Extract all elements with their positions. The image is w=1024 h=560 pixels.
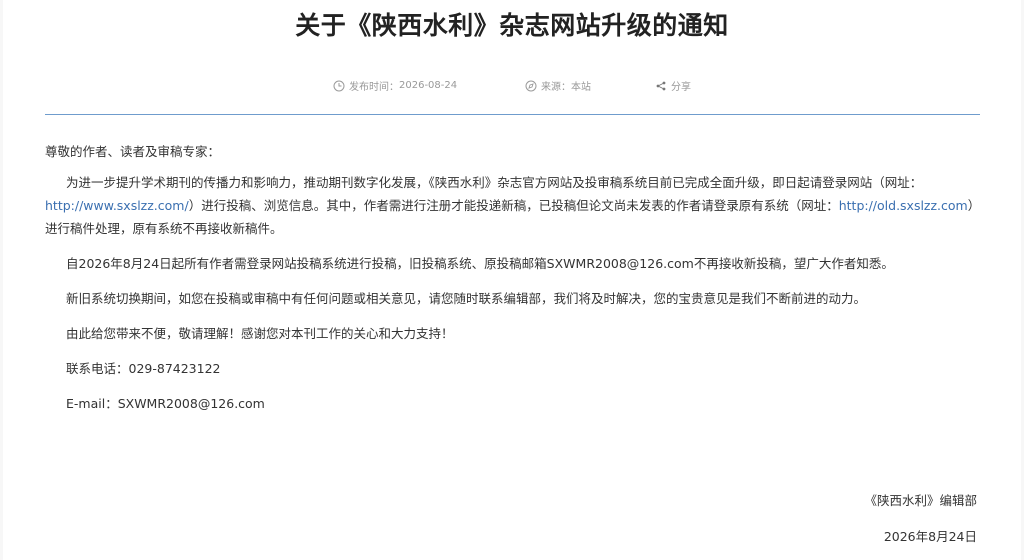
publish-time: 发布时间： 2026-08-24 [333,78,457,93]
salutation: 尊敬的作者、读者及审稿专家： [45,144,221,159]
publish-date: 2026-08-24 [399,80,458,91]
article-page: 关于《陕西水利》杂志网站升级的通知 发布时间： 2026-08-24 来源： 本… [3,0,1021,560]
article-body: 尊敬的作者、读者及审稿专家： 为进一步提升学术期刊的传播力和影响力，推动期刊数字… [45,140,985,415]
page-title: 关于《陕西水利》杂志网站升级的通知 [295,11,729,40]
clock-icon [333,80,345,92]
p1-text-1: 为进一步提升学术期刊的传播力和影响力，推动期刊数字化发展，《陕西水利》杂志官方网… [66,175,923,190]
paragraph-2: 自2026年8月24日起所有作者需登录网站投稿系统进行投稿，旧投稿系统、原投稿邮… [66,256,894,271]
source-label: 来源： [541,82,571,93]
share-button[interactable]: 分享 [655,78,691,93]
source: 来源： 本站 [525,78,591,93]
contact-phone: 联系电话：029-87423122 [66,361,221,376]
source-value: 本站 [571,82,591,93]
paragraph-4: 由此给您带来不便，敬请理解！感谢您对本刊工作的关心和大力支持！ [66,326,454,341]
share-icon [655,80,667,92]
compass-icon [525,80,537,92]
p1-text-2: ）进行投稿、浏览信息。其中，作者需进行注册才能投递新稿，已投稿但论文尚未发表的作… [188,198,839,213]
signature-date: 2026年8月24日 [883,529,977,544]
publish-label: 发布时间： [349,82,399,93]
article-meta: 发布时间： 2026-08-24 来源： 本站 分享 [3,78,1021,96]
contact-email: E-mail：SXWMR2008@126.com [66,396,265,411]
new-site-link[interactable]: http://www.sxslzz.com/ [45,198,189,213]
share-label: 分享 [671,82,691,93]
signature: 《陕西水利》编辑部 [864,493,977,508]
old-site-link[interactable]: http://old.sxslzz.com [839,198,968,213]
paragraph-3: 新旧系统切换期间，如您在投稿或审稿中有任何问题或相关意见，请您随时联系编辑部，我… [66,291,867,306]
paragraph-1: 为进一步提升学术期刊的传播力和影响力，推动期刊数字化发展，《陕西水利》杂志官方网… [45,171,985,240]
title-divider [45,114,980,115]
